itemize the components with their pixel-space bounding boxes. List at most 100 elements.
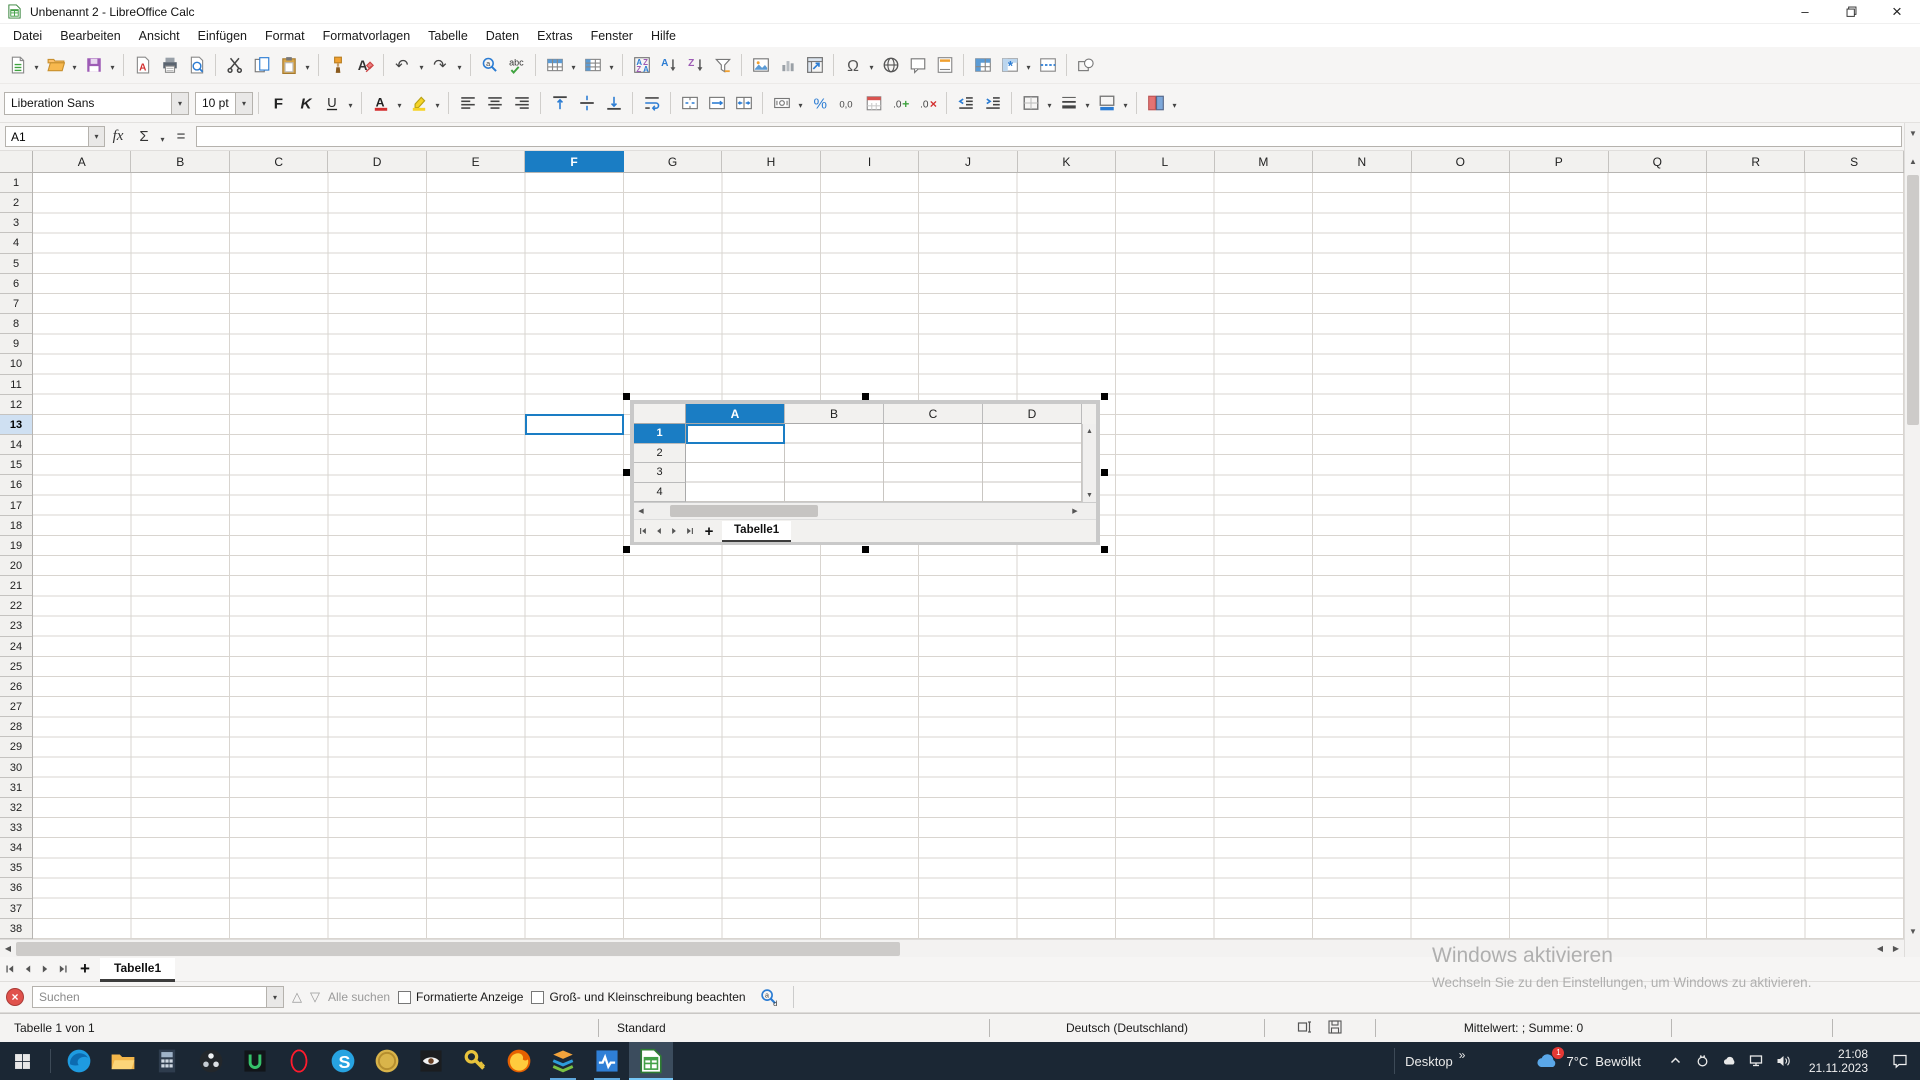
- print-icon[interactable]: [156, 51, 183, 79]
- sum-dropdown-icon[interactable]: ▾: [157, 123, 168, 151]
- save-dropdown-icon[interactable]: ▾: [107, 51, 118, 79]
- action-center-icon[interactable]: [1880, 1042, 1920, 1080]
- unmerge-cells-icon[interactable]: [730, 89, 757, 117]
- row-header-1[interactable]: 1: [0, 173, 32, 193]
- headers-footers-icon[interactable]: [931, 51, 958, 79]
- undo-icon[interactable]: ↶: [389, 51, 416, 79]
- hidden-icons-chevron-icon[interactable]: [1667, 1053, 1685, 1069]
- ole-grid[interactable]: [686, 424, 1082, 502]
- row-header-26[interactable]: 26: [0, 677, 32, 697]
- column-header-E[interactable]: E: [427, 151, 525, 172]
- ole-previous-sheet-icon[interactable]: [651, 522, 666, 540]
- column-header-I[interactable]: I: [821, 151, 919, 172]
- selected-cell-F13[interactable]: [525, 414, 624, 435]
- ole-column-header-A[interactable]: A: [686, 404, 785, 424]
- column-header-G[interactable]: G: [624, 151, 722, 172]
- sheet-tab-tabelle1[interactable]: Tabelle1: [100, 958, 175, 982]
- highlight-color-dropdown-icon[interactable]: ▾: [432, 89, 443, 117]
- search-input[interactable]: Suchen ▾: [32, 986, 284, 1008]
- ole-scroll-down-icon[interactable]: ▼: [1083, 488, 1097, 502]
- insert-chart-icon[interactable]: [774, 51, 801, 79]
- libreoffice-calc-app-icon[interactable]: [629, 1042, 673, 1080]
- layers-app-icon[interactable]: [541, 1042, 585, 1080]
- name-box[interactable]: A1 ▾: [5, 126, 105, 147]
- scroll-right-icon[interactable]: ◀: [1872, 941, 1888, 957]
- row-header-19[interactable]: 19: [0, 536, 32, 556]
- format-percent-icon[interactable]: %: [806, 89, 833, 117]
- menu-hilfe[interactable]: Hilfe: [642, 26, 685, 46]
- row-header-11[interactable]: 11: [0, 375, 32, 395]
- row-header-24[interactable]: 24: [0, 637, 32, 657]
- decrease-indent-icon[interactable]: [952, 89, 979, 117]
- clone-formatting-icon[interactable]: [324, 51, 351, 79]
- menu-bearbeiten[interactable]: Bearbeiten: [51, 26, 129, 46]
- tray-app-icon[interactable]: [1694, 1053, 1712, 1069]
- increase-indent-icon[interactable]: [979, 89, 1006, 117]
- sort-ascending-icon[interactable]: A: [655, 51, 682, 79]
- column-header-L[interactable]: L: [1116, 151, 1214, 172]
- merge-center-cells-icon[interactable]: [676, 89, 703, 117]
- ole-selection-handle[interactable]: [862, 393, 869, 400]
- bold-icon[interactable]: F: [264, 89, 291, 117]
- freeze-cells-dropdown-icon[interactable]: ▾: [1023, 51, 1034, 79]
- ole-row-header-1[interactable]: 1: [634, 424, 686, 444]
- function-wizard-icon[interactable]: fx: [105, 125, 131, 149]
- restore-button[interactable]: [1828, 0, 1874, 24]
- ole-scroll-up-icon[interactable]: ▲: [1083, 424, 1097, 438]
- close-find-bar-icon[interactable]: ×: [6, 988, 24, 1006]
- column-header-O[interactable]: O: [1412, 151, 1510, 172]
- onedrive-cloud-icon[interactable]: [1721, 1053, 1739, 1069]
- border-color-dropdown-icon[interactable]: ▾: [1120, 89, 1131, 117]
- undo-dropdown-icon[interactable]: ▾: [416, 51, 427, 79]
- new-document-dropdown-icon[interactable]: ▾: [31, 51, 42, 79]
- ole-last-sheet-icon[interactable]: [681, 522, 696, 540]
- row-header-6[interactable]: 6: [0, 274, 32, 294]
- menu-einfgen[interactable]: Einfügen: [189, 26, 256, 46]
- copy-icon[interactable]: [248, 51, 275, 79]
- next-sheet-icon[interactable]: [36, 960, 53, 978]
- previous-sheet-icon[interactable]: [19, 960, 36, 978]
- special-character-icon[interactable]: Ω: [839, 51, 866, 79]
- opera-app-icon[interactable]: [277, 1042, 321, 1080]
- ole-selection-handle[interactable]: [623, 393, 630, 400]
- menu-fenster[interactable]: Fenster: [582, 26, 642, 46]
- last-sheet-icon[interactable]: [53, 960, 70, 978]
- borders-dropdown-icon[interactable]: ▾: [1044, 89, 1055, 117]
- explorer-app-icon[interactable]: [101, 1042, 145, 1080]
- redo-icon[interactable]: ↷: [427, 51, 454, 79]
- row-header-38[interactable]: 38: [0, 919, 32, 939]
- row-header-15[interactable]: 15: [0, 455, 32, 475]
- find-previous-icon[interactable]: △: [292, 989, 302, 1005]
- find-next-icon[interactable]: ▽: [310, 989, 320, 1005]
- embedded-spreadsheet-object[interactable]: ABCD 1234 ▲ ▼ ◀ ▶: [626, 396, 1104, 549]
- delete-decimal-icon[interactable]: .0×: [914, 89, 941, 117]
- desktop-chevron-icon[interactable]: »: [1459, 1048, 1466, 1062]
- horizontal-scrollbar[interactable]: ◀ ◀ ▶: [0, 939, 1904, 957]
- iobit-app-icon[interactable]: [233, 1042, 277, 1080]
- ole-vertical-scrollbar[interactable]: ▲ ▼: [1082, 424, 1096, 502]
- align-bottom-icon[interactable]: [600, 89, 627, 117]
- monitor-app-icon[interactable]: [585, 1042, 629, 1080]
- paste-dropdown-icon[interactable]: ▾: [302, 51, 313, 79]
- paste-icon[interactable]: [275, 51, 302, 79]
- insert-comment-icon[interactable]: [904, 51, 931, 79]
- font-name-dropdown-icon[interactable]: ▾: [171, 93, 188, 114]
- ole-selection-handle[interactable]: [1101, 546, 1108, 553]
- column-header-N[interactable]: N: [1313, 151, 1411, 172]
- first-sheet-icon[interactable]: [2, 960, 19, 978]
- border-style-dropdown-icon[interactable]: ▾: [1082, 89, 1093, 117]
- row-icon[interactable]: [541, 51, 568, 79]
- align-center-icon[interactable]: [481, 89, 508, 117]
- formula-input[interactable]: [196, 126, 1902, 147]
- menu-extras[interactable]: Extras: [528, 26, 581, 46]
- align-right-icon[interactable]: [508, 89, 535, 117]
- column-icon[interactable]: [579, 51, 606, 79]
- document-modified-icon[interactable]: [1327, 1019, 1343, 1038]
- close-button[interactable]: ×: [1874, 0, 1920, 24]
- autofilter-icon[interactable]: [709, 51, 736, 79]
- row-header-16[interactable]: 16: [0, 475, 32, 495]
- row-header-2[interactable]: 2: [0, 193, 32, 213]
- speaker-icon[interactable]: [1775, 1053, 1793, 1069]
- find-replace-icon[interactable]: a: [476, 51, 503, 79]
- highlight-color-icon[interactable]: [405, 89, 432, 117]
